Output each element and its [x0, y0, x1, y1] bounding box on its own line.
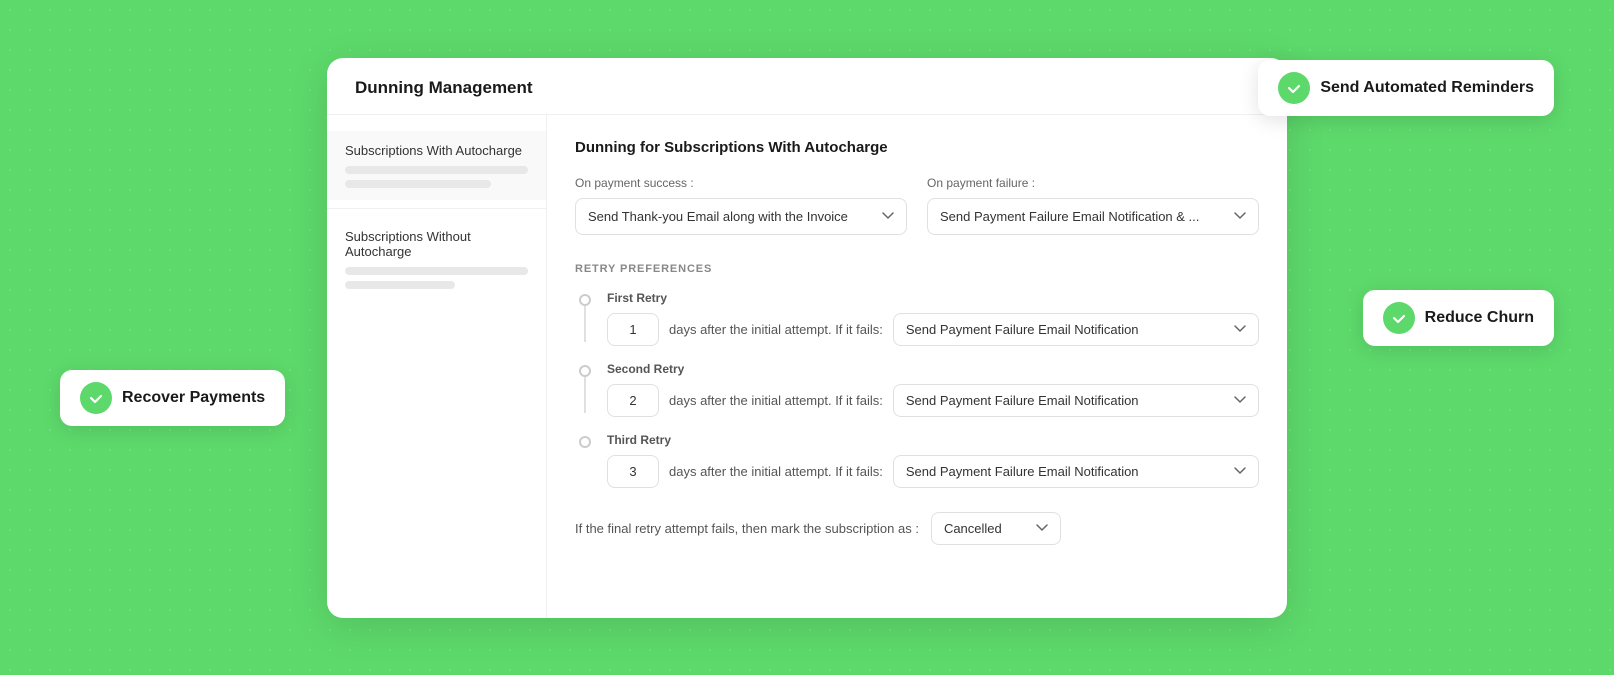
- timeline-line-2: [584, 377, 586, 413]
- sidebar-label-with-autocharge: Subscriptions With Autocharge: [345, 143, 528, 158]
- retry-timeline: First Retry days after the initial attem…: [575, 291, 1259, 504]
- main-card: Dunning Management Subscriptions With Au…: [327, 58, 1287, 618]
- third-retry-row: days after the initial attempt. If it fa…: [607, 455, 1259, 488]
- first-retry-content: First Retry days after the initial attem…: [595, 291, 1259, 362]
- timeline-dot-3: [579, 436, 591, 448]
- payment-success-col: On payment success : Send Thank-you Emai…: [575, 176, 907, 235]
- second-retry-item: Second Retry days after the initial atte…: [575, 362, 1259, 433]
- third-retry-label: Third Retry: [607, 433, 1259, 447]
- main-content: Dunning for Subscriptions With Autocharg…: [547, 115, 1287, 618]
- second-retry-label: Second Retry: [607, 362, 1259, 376]
- check-icon-reduce: [1383, 302, 1415, 334]
- payment-failure-select[interactable]: Send Payment Failure Email Notification …: [927, 198, 1259, 235]
- third-retry-days-text: days after the initial attempt. If it fa…: [669, 464, 883, 479]
- send-reminders-label: Send Automated Reminders: [1320, 79, 1534, 97]
- recover-payments-badge: Recover Payments: [60, 370, 285, 426]
- send-automated-reminders-badge: Send Automated Reminders: [1258, 60, 1554, 116]
- sidebar-item-without-autocharge[interactable]: Subscriptions Without Autocharge: [327, 217, 546, 301]
- third-retry-content: Third Retry days after the initial attem…: [595, 433, 1259, 504]
- second-retry-content: Second Retry days after the initial atte…: [595, 362, 1259, 433]
- first-retry-row: days after the initial attempt. If it fa…: [607, 313, 1259, 346]
- reduce-churn-badge: Reduce Churn: [1363, 290, 1554, 346]
- timeline-col-2: [575, 362, 595, 413]
- recover-payments-label: Recover Payments: [122, 389, 265, 407]
- third-retry-item: Third Retry days after the initial attem…: [575, 433, 1259, 504]
- payment-failure-col: On payment failure : Send Payment Failur…: [927, 176, 1259, 235]
- final-retry-label: If the final retry attempt fails, then m…: [575, 521, 919, 536]
- first-retry-label: First Retry: [607, 291, 1259, 305]
- timeline-col-3: [575, 433, 595, 448]
- second-retry-days-input[interactable]: [607, 384, 659, 417]
- card-header: Dunning Management: [327, 58, 1287, 115]
- third-retry-action-select[interactable]: Send Payment Failure Email Notification: [893, 455, 1259, 488]
- skeleton-line-1: [345, 166, 528, 174]
- sidebar-label-without-autocharge: Subscriptions Without Autocharge: [345, 229, 528, 259]
- check-icon-recover: [80, 382, 112, 414]
- skeleton-line-2: [345, 180, 491, 188]
- final-retry-select[interactable]: Cancelled Paused: [931, 512, 1061, 545]
- first-retry-days-input[interactable]: [607, 313, 659, 346]
- retry-preferences-label: RETRY PREFERENCES: [575, 263, 1259, 275]
- sidebar: Subscriptions With Autocharge Subscripti…: [327, 115, 547, 618]
- second-retry-days-text: days after the initial attempt. If it fa…: [669, 393, 883, 408]
- second-retry-row: days after the initial attempt. If it fa…: [607, 384, 1259, 417]
- first-retry-days-text: days after the initial attempt. If it fa…: [669, 322, 883, 337]
- second-retry-action-select[interactable]: Send Payment Failure Email Notification: [893, 384, 1259, 417]
- card-title: Dunning Management: [355, 78, 533, 97]
- payment-success-label: On payment success :: [575, 176, 907, 190]
- skeleton-line-3: [345, 267, 528, 275]
- sidebar-divider: [327, 208, 546, 209]
- skeleton-line-4: [345, 281, 455, 289]
- timeline-dot-1: [579, 294, 591, 306]
- card-body: Subscriptions With Autocharge Subscripti…: [327, 115, 1287, 618]
- check-icon: [1278, 72, 1310, 104]
- first-retry-action-select[interactable]: Send Payment Failure Email Notification: [893, 313, 1259, 346]
- timeline-dot-2: [579, 365, 591, 377]
- payment-success-select[interactable]: Send Thank-you Email along with the Invo…: [575, 198, 907, 235]
- payment-failure-label: On payment failure :: [927, 176, 1259, 190]
- sidebar-item-with-autocharge[interactable]: Subscriptions With Autocharge: [327, 131, 546, 200]
- final-retry-row: If the final retry attempt fails, then m…: [575, 512, 1259, 545]
- timeline-col-1: [575, 291, 595, 342]
- payment-options-row: On payment success : Send Thank-you Emai…: [575, 176, 1259, 235]
- timeline-line-1: [584, 306, 586, 342]
- reduce-churn-label: Reduce Churn: [1425, 309, 1534, 327]
- section-title: Dunning for Subscriptions With Autocharg…: [575, 139, 1259, 156]
- first-retry-item: First Retry days after the initial attem…: [575, 291, 1259, 362]
- third-retry-days-input[interactable]: [607, 455, 659, 488]
